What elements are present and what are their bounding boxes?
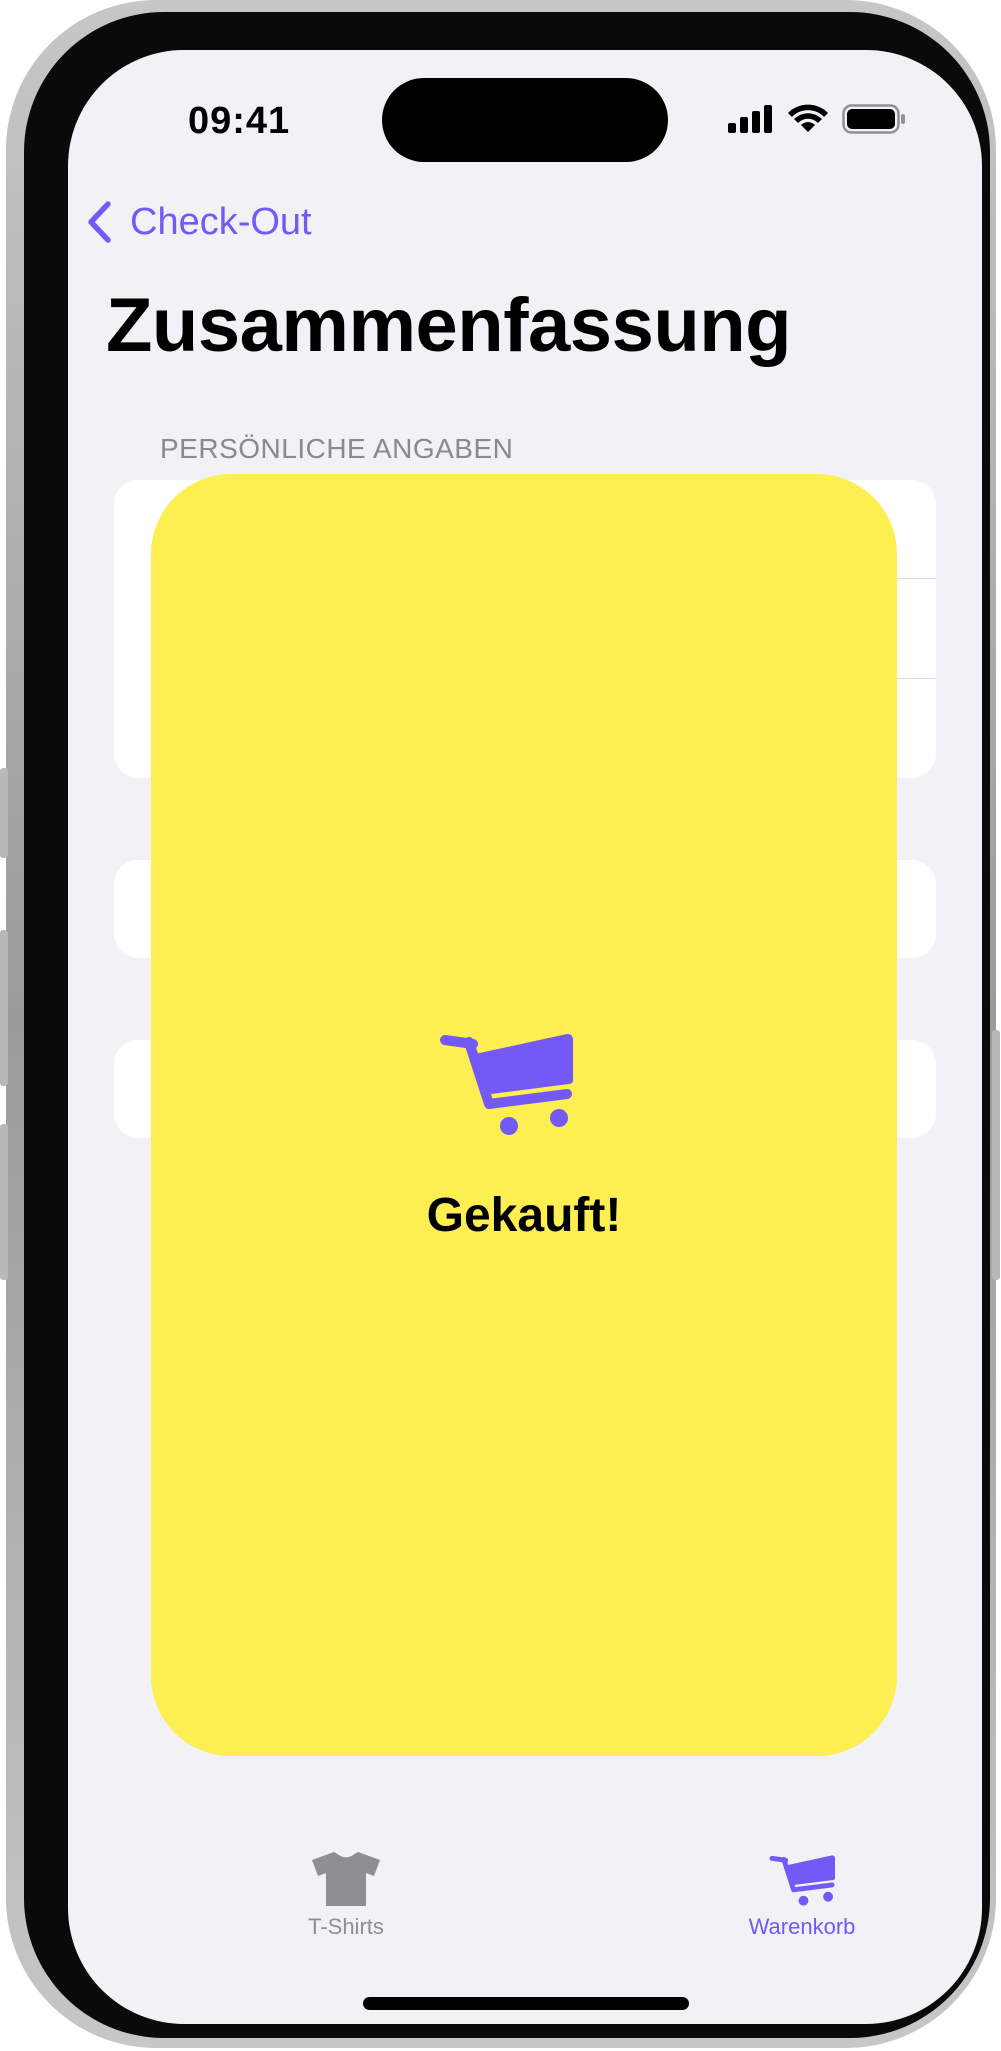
back-button[interactable]: Check-Out: [86, 200, 312, 244]
bezel: 09:41 Check-Out Zusammenfassung PERSÖNLI…: [24, 12, 990, 2038]
wifi-icon: [788, 104, 828, 132]
status-icons: [728, 104, 906, 134]
tab-label: T-Shirts: [308, 1914, 384, 1939]
iphone-frame: 09:41 Check-Out Zusammenfassung PERSÖNLI…: [0, 0, 1000, 2048]
cellular-signal-icon: [728, 105, 772, 133]
purchase-message: Gekauft!: [426, 1189, 622, 1242]
action-button: [0, 768, 8, 858]
cart-icon: [440, 1034, 573, 1135]
page-title: Zusammenfassung: [106, 283, 792, 368]
back-button-label: Check-Out: [130, 200, 312, 243]
home-indicator[interactable]: [363, 1997, 689, 2010]
cart-icon: [769, 1855, 835, 1906]
tab-label: Warenkorb: [748, 1914, 856, 1939]
chevron-left-icon: [88, 201, 111, 243]
power-button: [992, 1030, 1000, 1280]
tab-warenkorb[interactable]: Warenkorb: [702, 1850, 902, 1940]
volume-down-button: [0, 1124, 8, 1280]
section-header-personal: PERSÖNLICHE ANGABEN: [160, 433, 514, 464]
tab-tshirts[interactable]: T-Shirts: [246, 1850, 446, 1940]
purchase-confirmation-card: Gekauft!: [151, 474, 897, 1756]
battery-icon: [842, 104, 905, 134]
dynamic-island: [382, 78, 668, 162]
volume-up-button: [0, 930, 8, 1086]
status-time: 09:41: [188, 100, 291, 142]
screen: 09:41 Check-Out Zusammenfassung PERSÖNLI…: [68, 50, 982, 2024]
tshirt-icon: [312, 1851, 380, 1906]
